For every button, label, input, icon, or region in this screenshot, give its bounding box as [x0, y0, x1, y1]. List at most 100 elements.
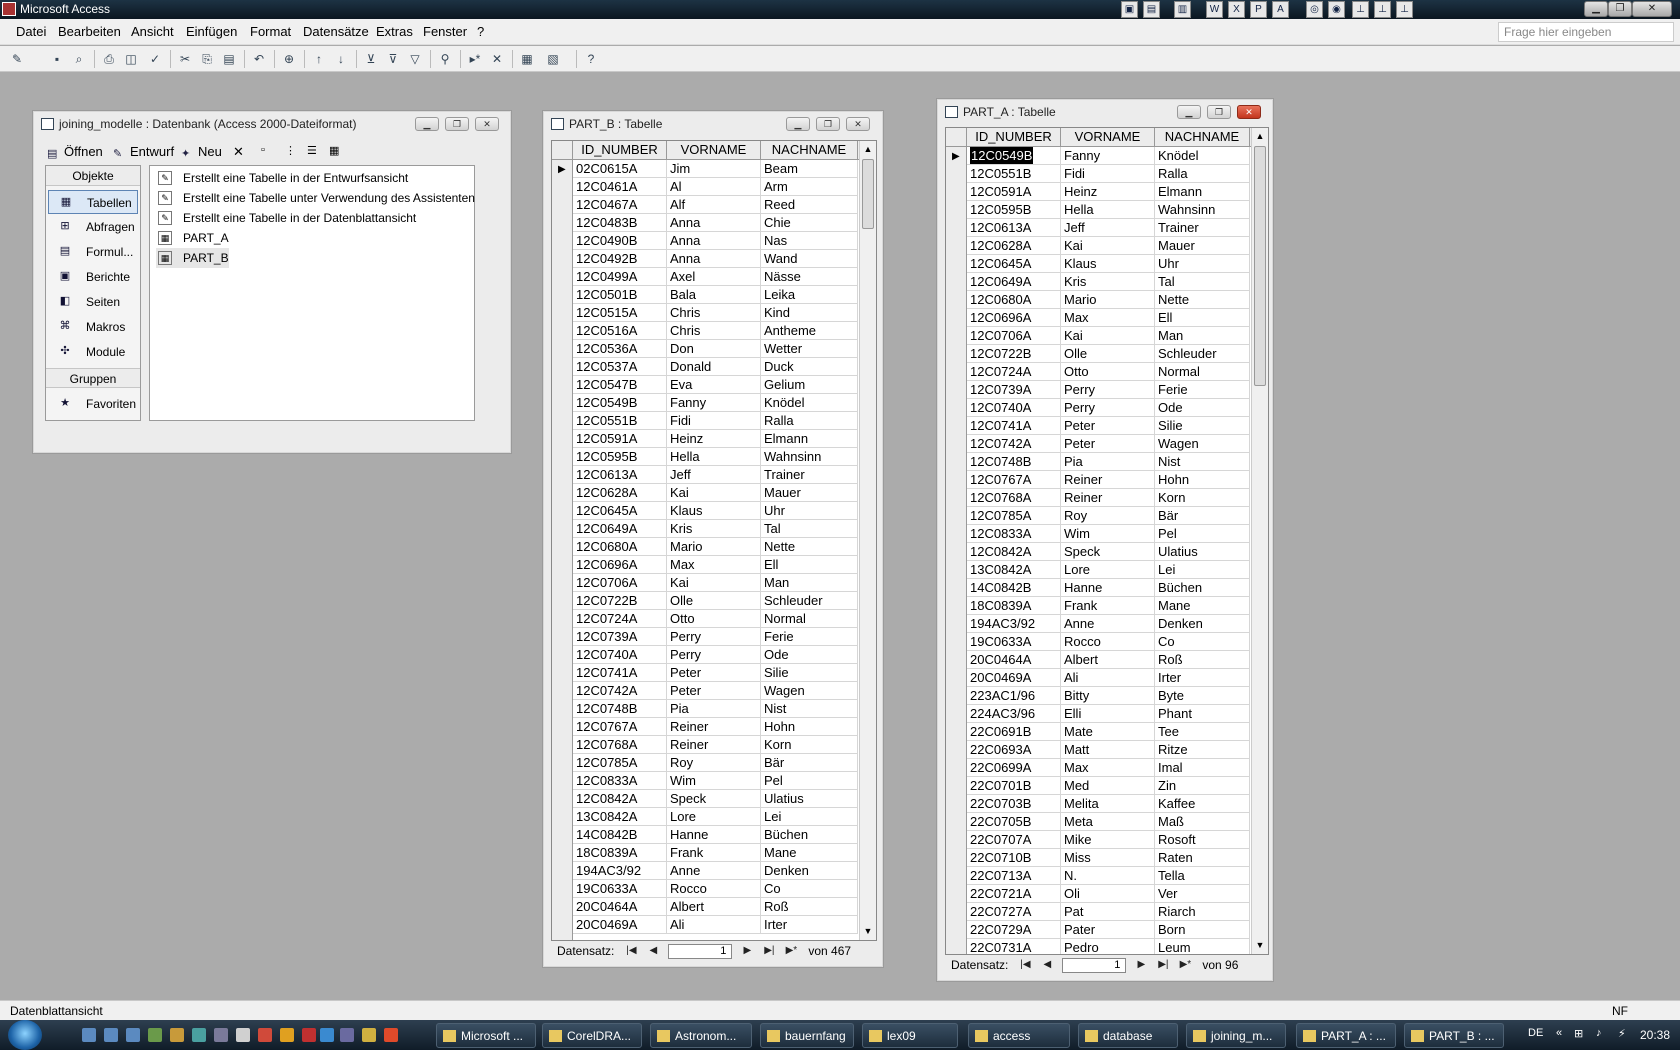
- table-cell[interactable]: Hanne: [1061, 579, 1155, 596]
- new-record-nav-icon[interactable]: ▶*: [1176, 958, 1194, 973]
- quicklaunch-icon[interactable]: [236, 1028, 250, 1042]
- table-cell[interactable]: 12C0741A: [967, 417, 1061, 434]
- table-cell[interactable]: Albert: [1061, 651, 1155, 668]
- table-cell[interactable]: Reiner: [667, 736, 761, 753]
- table-cell[interactable]: 12C0515A: [573, 304, 667, 321]
- table-cell[interactable]: Wim: [667, 772, 761, 789]
- table-row[interactable]: 22C0693A Matt Ritze: [967, 741, 1250, 759]
- ask-question-input[interactable]: Frage hier eingeben: [1498, 22, 1674, 42]
- next-record-icon[interactable]: ▶: [1132, 958, 1150, 973]
- table-cell[interactable]: Normal: [761, 610, 858, 627]
- table-row[interactable]: 12C0613A Jeff Trainer: [967, 219, 1250, 237]
- part-a-close-button[interactable]: ✕: [1237, 105, 1261, 119]
- table-cell[interactable]: Reiner: [667, 718, 761, 735]
- tray-power-icon[interactable]: ⚡: [1618, 1027, 1626, 1040]
- table-cell[interactable]: Reed: [761, 196, 858, 213]
- table-row[interactable]: 22C0727A Pat Riarch: [967, 903, 1250, 921]
- new-record-icon[interactable]: ▸*: [466, 50, 484, 68]
- list-item[interactable]: ✎ Erstellt eine Tabelle in der Entwurfsan…: [156, 168, 408, 188]
- table-cell[interactable]: Büchen: [761, 826, 858, 843]
- table-cell[interactable]: Nässe: [761, 268, 858, 285]
- table-cell[interactable]: Hohn: [761, 718, 858, 735]
- table-row[interactable]: 22C0691B Mate Tee: [967, 723, 1250, 741]
- table-cell[interactable]: Mike: [1061, 831, 1155, 848]
- table-row[interactable]: 12C0490B Anna Nas: [573, 232, 858, 250]
- table-cell[interactable]: 12C0499A: [573, 268, 667, 285]
- part-a-maximize-button[interactable]: ❐: [1207, 105, 1231, 119]
- tray-volume-icon[interactable]: ♪: [1596, 1027, 1602, 1039]
- table-row[interactable]: 12C0492B Anna Wand: [573, 250, 858, 268]
- tray-icon-11[interactable]: ⊥: [1374, 1, 1391, 18]
- app-minimize-button[interactable]: ▁: [1584, 1, 1608, 17]
- table-cell[interactable]: 12C0742A: [573, 682, 667, 699]
- menu-einfuegen[interactable]: Einfügen: [186, 24, 237, 39]
- table-cell[interactable]: Rocco: [1061, 633, 1155, 650]
- groups-header[interactable]: Gruppen: [46, 368, 140, 388]
- quicklaunch-icon[interactable]: [126, 1028, 140, 1042]
- table-cell[interactable]: Olle: [1061, 345, 1155, 362]
- table-cell[interactable]: Elmann: [761, 430, 858, 447]
- delete-record-icon[interactable]: ✕: [488, 50, 506, 68]
- language-indicator[interactable]: DE: [1528, 1027, 1543, 1039]
- table-cell[interactable]: Don: [667, 340, 761, 357]
- prev-record-icon[interactable]: ◀: [644, 944, 662, 959]
- table-cell[interactable]: Schleuder: [761, 592, 858, 609]
- table-cell[interactable]: 12C0537A: [573, 358, 667, 375]
- table-row[interactable]: 02C0615A Jim Beam: [573, 160, 858, 178]
- column-header[interactable]: ID_NUMBER: [573, 141, 667, 159]
- table-cell[interactable]: 13C0842A: [573, 808, 667, 825]
- table-row[interactable]: 12C0483B Anna Chie: [573, 214, 858, 232]
- table-cell[interactable]: Melita: [1061, 795, 1155, 812]
- table-cell[interactable]: 22C0727A: [967, 903, 1061, 920]
- table-cell[interactable]: 12C0833A: [573, 772, 667, 789]
- table-cell[interactable]: Donald: [667, 358, 761, 375]
- table-cell[interactable]: Al: [667, 178, 761, 195]
- table-cell[interactable]: Co: [761, 880, 858, 897]
- table-cell[interactable]: Matt: [1061, 741, 1155, 758]
- quicklaunch-icon[interactable]: [362, 1028, 376, 1042]
- table-row[interactable]: 12C0515A Chris Kind: [573, 304, 858, 322]
- tray-icon-3[interactable]: ▥: [1174, 1, 1191, 18]
- table-cell[interactable]: Ode: [761, 646, 858, 663]
- table-cell[interactable]: Wim: [1061, 525, 1155, 542]
- part-a-minimize-button[interactable]: ▁: [1177, 105, 1201, 119]
- table-cell[interactable]: Beam: [761, 160, 858, 177]
- table-cell[interactable]: Arm: [761, 178, 858, 195]
- table-cell[interactable]: Man: [1155, 327, 1250, 344]
- table-cell[interactable]: 12C0740A: [573, 646, 667, 663]
- table-row[interactable]: 20C0464A Albert Roß: [967, 651, 1250, 669]
- table-cell[interactable]: 12C0516A: [573, 322, 667, 339]
- table-cell[interactable]: Wand: [761, 250, 858, 267]
- object-reports[interactable]: ▣ Berichte: [48, 265, 138, 289]
- table-cell[interactable]: 12C0613A: [967, 219, 1061, 236]
- table-cell[interactable]: Ralla: [761, 412, 858, 429]
- table-cell[interactable]: Elmann: [1155, 183, 1250, 200]
- taskbar-button[interactable]: database: [1078, 1023, 1178, 1048]
- table-cell[interactable]: Kai: [1061, 237, 1155, 254]
- table-cell[interactable]: Med: [1061, 777, 1155, 794]
- table-cell[interactable]: 12C0742A: [967, 435, 1061, 452]
- select-all-cell[interactable]: [946, 128, 967, 146]
- table-row[interactable]: 12C0595B Hella Wahnsinn: [967, 201, 1250, 219]
- table-cell[interactable]: Perry: [1061, 399, 1155, 416]
- table-cell[interactable]: Mane: [761, 844, 858, 861]
- table-cell[interactable]: Lei: [761, 808, 858, 825]
- first-record-icon[interactable]: |◀: [622, 944, 640, 959]
- table-cell[interactable]: Max: [667, 556, 761, 573]
- table-row[interactable]: 12C0680A Mario Nette: [967, 291, 1250, 309]
- table-cell[interactable]: Ferie: [1155, 381, 1250, 398]
- menu-format[interactable]: Format: [250, 24, 291, 39]
- table-cell[interactable]: 12C0680A: [573, 538, 667, 555]
- taskbar-button[interactable]: PART_A : ...: [1296, 1023, 1396, 1048]
- access-tray-icon[interactable]: A: [1272, 1, 1289, 18]
- table-cell[interactable]: 12C0739A: [967, 381, 1061, 398]
- paste-icon[interactable]: ▤: [220, 50, 238, 68]
- details-button[interactable]: ▦: [329, 144, 339, 157]
- taskbar-button[interactable]: access: [968, 1023, 1070, 1048]
- table-cell[interactable]: Mario: [667, 538, 761, 555]
- table-cell[interactable]: Pia: [1061, 453, 1155, 470]
- table-row[interactable]: 22C0731A Pedro Leum: [967, 939, 1250, 954]
- table-row[interactable]: 12C0645A Klaus Uhr: [967, 255, 1250, 273]
- table-row[interactable]: 12C0696A Max Ell: [573, 556, 858, 574]
- table-cell[interactable]: Kaffee: [1155, 795, 1250, 812]
